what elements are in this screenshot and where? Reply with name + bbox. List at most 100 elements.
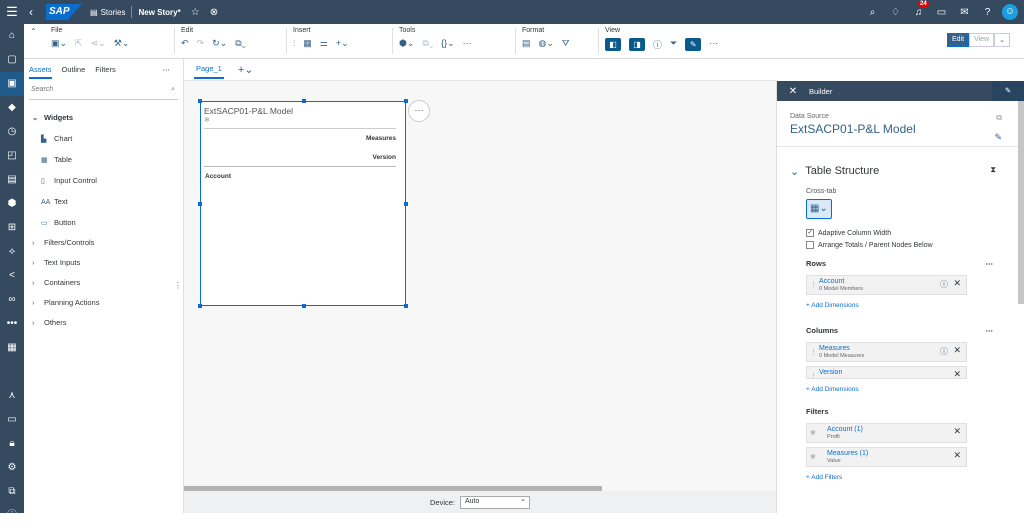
drag-handle-icon[interactable]: ⋮ xyxy=(810,348,817,356)
info-icon[interactable]: ⓘ xyxy=(0,504,24,528)
data-actions-icon[interactable]: ⟡ xyxy=(0,240,24,264)
view-more-icon[interactable]: ⋯ xyxy=(709,38,718,51)
device-select[interactable]: Auto xyxy=(460,495,530,509)
swap-axis-icon[interactable]: ⧗ xyxy=(990,165,996,178)
tree-node-others[interactable]: › Others xyxy=(24,313,183,333)
remove-icon[interactable]: ✕ xyxy=(953,345,961,356)
filter-icon[interactable]: ⏷ xyxy=(670,38,677,51)
remove-icon[interactable]: ✕ xyxy=(953,369,961,380)
resize-handle[interactable] xyxy=(302,304,306,308)
tree-node-planning-actions[interactable]: › Planning Actions xyxy=(24,293,183,313)
search-input[interactable]: Search ⌕ xyxy=(29,86,178,100)
filter-chip-measures[interactable]: ❄ Measures (1) Value ✕ xyxy=(806,447,967,467)
home-icon[interactable]: ⌂ xyxy=(0,24,24,48)
analytic-app-icon[interactable]: ◆ xyxy=(0,96,24,120)
cube-icon[interactable]: ⬢⌄ xyxy=(399,38,414,49)
left-panel-toggle-icon[interactable]: ◧ xyxy=(605,38,621,51)
widget-item-button[interactable]: ▭ Button xyxy=(24,212,183,233)
lightbulb-icon[interactable]: ♢ xyxy=(884,7,907,18)
data-icon[interactable]: ⬢ xyxy=(0,192,24,216)
back-icon[interactable]: ‹ xyxy=(24,5,38,19)
widget-more-actions-button[interactable]: ⋯ xyxy=(408,100,430,122)
avatar[interactable]: ☺ xyxy=(1002,4,1018,20)
info-icon[interactable]: ⓘ xyxy=(940,279,948,290)
tree-node-widgets[interactable]: ⌄ Widgets xyxy=(24,108,183,128)
tab-assets[interactable]: Assets xyxy=(29,65,52,79)
digital-boardroom-icon[interactable]: ◷ xyxy=(0,120,24,144)
share-icon[interactable]: ⋖⌄ xyxy=(91,38,106,49)
planning-icon[interactable]: ⊞ xyxy=(0,216,24,240)
insert-add-icon[interactable]: +⌄ xyxy=(336,38,349,49)
discussions-icon[interactable]: ▭ xyxy=(930,7,953,18)
modeler-icon[interactable]: ▤ xyxy=(0,168,24,192)
widget-item-chart[interactable]: ▙ Chart xyxy=(24,128,183,149)
resize-handle[interactable] xyxy=(198,304,202,308)
adaptive-column-width-checkbox[interactable]: ✓ Adaptive Column Width xyxy=(806,229,995,237)
resize-handle[interactable] xyxy=(404,304,408,308)
formula-icon[interactable]: {}⌄ xyxy=(441,38,455,49)
stories-nav-icon[interactable]: ▣ xyxy=(0,72,24,96)
info-icon[interactable]: ⓘ xyxy=(940,346,948,357)
info-panel-icon[interactable]: ⓘ xyxy=(653,38,662,51)
add-page-icon[interactable]: +⌄ xyxy=(238,63,254,76)
tree-node-containers[interactable]: › Containers xyxy=(24,273,183,293)
security-icon[interactable]: 🔒︎ xyxy=(0,432,24,456)
filter-name[interactable]: Measures (1) xyxy=(827,450,962,457)
dimension-chip-measures[interactable]: ⋮ Measures 0 Model Measures ⓘ ✕ xyxy=(806,342,967,362)
table-widget[interactable]: ExtSACP01-P&L Model ❄ Measures Version A… xyxy=(198,99,408,308)
tools-more-icon[interactable]: ⋯ xyxy=(463,38,472,49)
more-icon[interactable]: ⋯ xyxy=(163,65,171,79)
table-structure-header[interactable]: ⌄ Table Structure ⧗ xyxy=(790,165,1011,178)
filter-name[interactable]: Account (1) xyxy=(827,426,962,433)
builder-tools-icon[interactable]: ✕ xyxy=(777,86,809,97)
filter-chip-account[interactable]: ❄ Account (1) Profit ✕ xyxy=(806,423,967,443)
edit-mode-button[interactable]: Edit xyxy=(947,33,970,47)
panel-resize-handle[interactable]: ⋮ xyxy=(174,281,182,290)
search-icon[interactable]: ⌕ xyxy=(861,7,884,18)
breadcrumb[interactable]: ▤ Stories xyxy=(90,8,125,17)
data-source-value[interactable]: ExtSACP01-P&L Model xyxy=(790,122,1011,136)
styling-panel-icon[interactable]: ✎ xyxy=(992,81,1024,101)
remove-icon[interactable]: ✕ xyxy=(953,426,961,437)
insert-control-icon[interactable]: ⚌ xyxy=(320,38,328,49)
styling-icon[interactable]: ▤ xyxy=(522,38,531,49)
help-icon[interactable]: ? xyxy=(976,7,999,18)
copy-icon[interactable]: ⧉⌄ xyxy=(235,38,246,49)
export-icon[interactable]: ⇱ xyxy=(75,38,83,49)
comments-toggle-icon[interactable]: ✎ xyxy=(685,38,702,51)
notifications-icon[interactable]: ♫ 24 xyxy=(907,0,930,18)
settings-icon[interactable]: ⚙ xyxy=(0,456,24,480)
resize-handle[interactable] xyxy=(198,99,202,103)
dimension-chip-account[interactable]: ⋮ Account 0 Model Members ⓘ ✕ xyxy=(806,275,967,295)
insert-chart-icon[interactable]: ⫶ xyxy=(293,38,295,49)
column-header-version[interactable]: Version xyxy=(201,142,405,161)
search-icon[interactable]: ⌕ xyxy=(171,86,175,94)
palette-icon[interactable]: ◍⌄ xyxy=(539,38,554,49)
breadcrumb-stories[interactable]: Stories xyxy=(101,8,126,17)
view-mode-button[interactable]: View xyxy=(969,33,995,47)
copy-icon[interactable]: ⧉ xyxy=(996,113,1002,123)
save-icon[interactable]: ▣⌄ xyxy=(51,38,67,49)
hierarchy-icon[interactable]: ⋏ xyxy=(0,384,24,408)
checkbox-checked[interactable]: ✓ xyxy=(806,229,814,237)
tab-filters[interactable]: Filters xyxy=(95,65,115,79)
row-header-account[interactable]: Account xyxy=(201,167,405,186)
tree-node-text-inputs[interactable]: › Text Inputs xyxy=(24,253,183,273)
close-circle-icon[interactable]: ⊗ xyxy=(210,7,218,18)
resize-handle[interactable] xyxy=(404,99,408,103)
tab-outline[interactable]: Outline xyxy=(62,65,86,79)
add-dimensions-link[interactable]: + Add Dimensions xyxy=(806,386,995,393)
story-title[interactable]: New Story* xyxy=(138,8,180,17)
mode-dropdown-icon[interactable]: ⌄ xyxy=(994,33,1010,47)
remove-icon[interactable]: ✕ xyxy=(953,278,961,289)
drag-handle-icon[interactable]: ⋮ xyxy=(810,281,817,289)
tools-icon[interactable]: ⚒⌄ xyxy=(114,38,130,49)
favorite-star-icon[interactable]: ☆ xyxy=(191,7,200,18)
feedback-icon[interactable]: ✉ xyxy=(953,7,976,18)
widget-item-table[interactable]: ▦ Table xyxy=(24,149,183,170)
remove-icon[interactable]: ✕ xyxy=(953,450,961,461)
drag-handle-icon[interactable]: ⋮ xyxy=(810,372,817,380)
resize-handle[interactable] xyxy=(198,202,202,206)
bookmark-icon[interactable]: ▭ xyxy=(0,408,24,432)
refresh-icon[interactable]: ↻⌄ xyxy=(212,38,227,49)
